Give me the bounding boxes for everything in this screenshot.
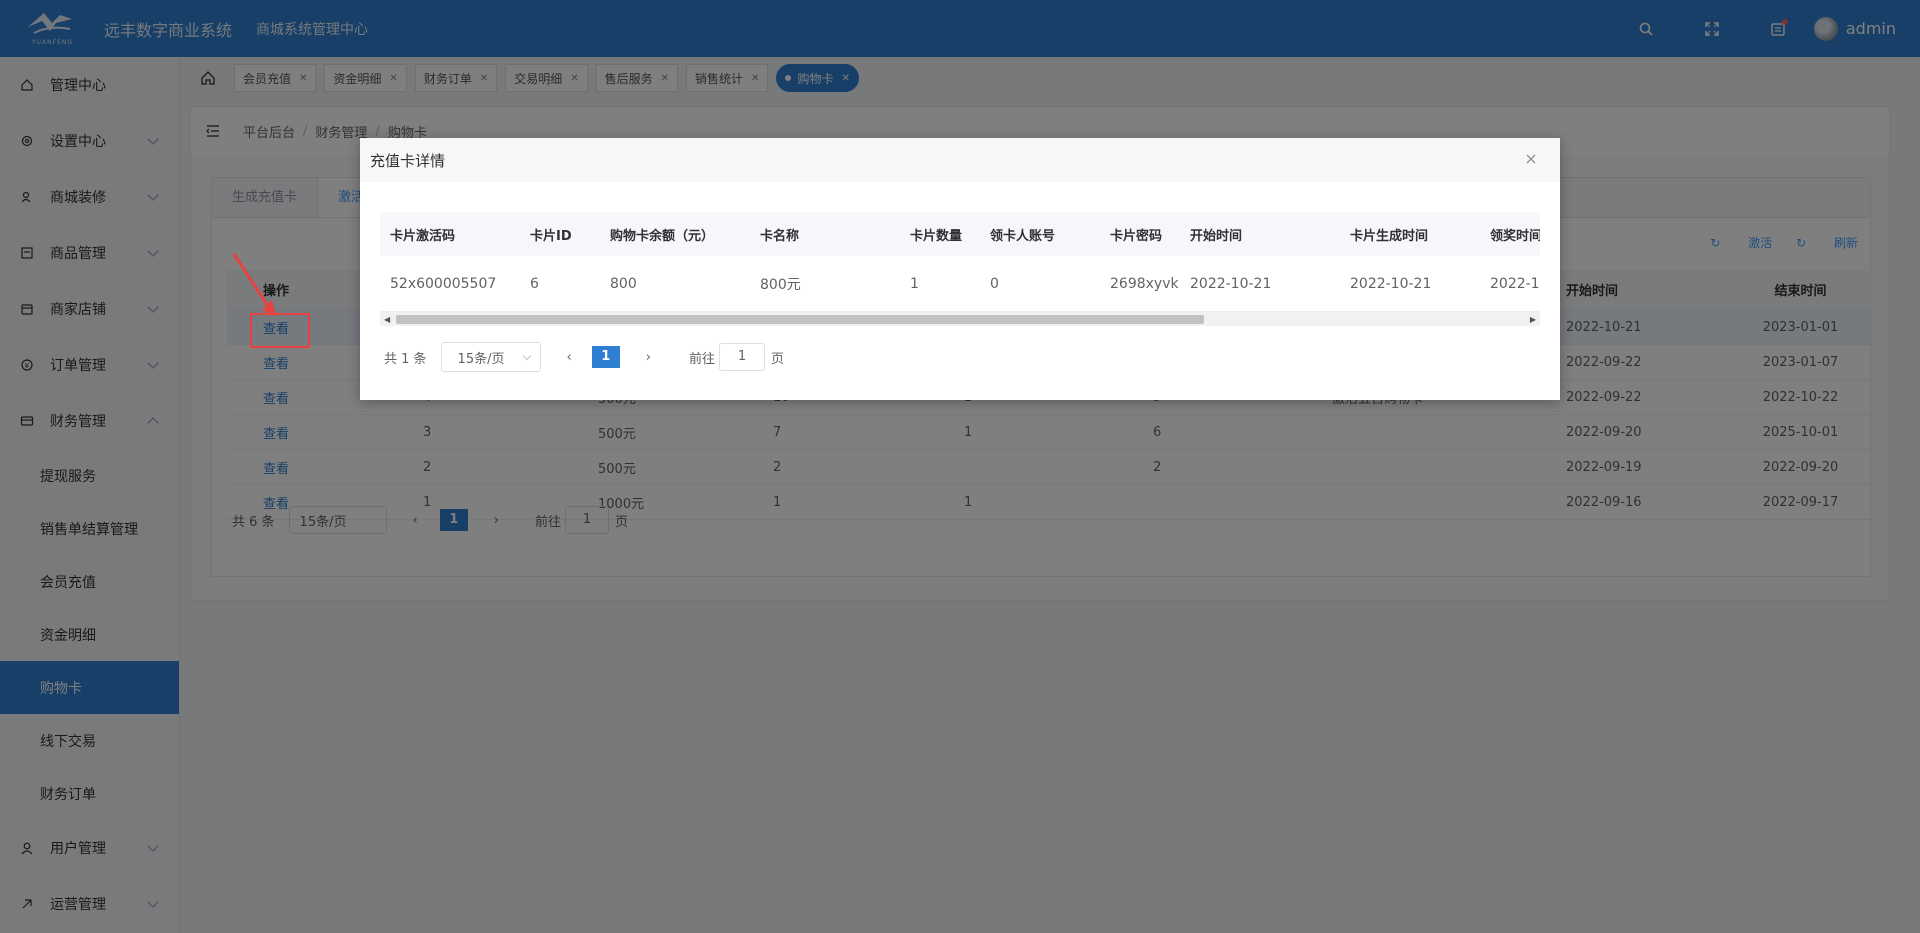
page-number[interactable]: 1 [591, 346, 620, 368]
goto-label: 前往 [688, 351, 715, 367]
scroll-left-icon[interactable]: ◀ [384, 315, 390, 324]
table-cell: 2022-10-21 [1350, 275, 1432, 292]
table-cell: 2022-10-21 [1490, 275, 1540, 292]
goto-page-input[interactable]: 1 [718, 343, 765, 371]
column-header: 卡名称 [760, 228, 800, 244]
column-header: 卡片激活码 [390, 228, 456, 244]
table-cell: 2022-10-21 [1190, 275, 1272, 292]
table-cell: 800 [610, 275, 637, 292]
column-header: 领奖时间 [1490, 228, 1540, 244]
table-cell: 1 [910, 275, 919, 292]
chevron-down-icon [522, 351, 531, 361]
table-cell: 800元 [760, 276, 801, 293]
scrollbar-thumb[interactable] [396, 315, 1204, 324]
table-cell: 52x600005507 [390, 275, 497, 292]
table-header: 卡片激活码 卡片ID 购物卡余额（元） 卡名称 卡片数量 领卡人账号 卡片密码 … [380, 212, 1540, 256]
next-page-button[interactable]: › [646, 350, 651, 365]
column-header: 领卡人账号 [990, 228, 1056, 244]
dialog-pagination: 共 1 条 15条/页 ‹ 1 › 前往 1 页 [384, 342, 784, 372]
dialog-title: 充值卡详情 [370, 151, 446, 170]
column-header: 购物卡余额（元） [610, 228, 715, 244]
page-unit-label: 页 [770, 351, 784, 367]
table-cell: 2698xyvk [1110, 275, 1179, 292]
column-header: 卡片数量 [910, 228, 963, 244]
horizontal-scrollbar[interactable]: ◀ ▶ [380, 312, 1540, 326]
column-header: 开始时间 [1190, 228, 1243, 244]
table-cell: 6 [530, 275, 539, 292]
total-count: 共 1 条 [384, 351, 427, 367]
table-cell: 0 [990, 275, 999, 292]
annotation-arrow-icon [232, 253, 276, 316]
prev-page-button[interactable]: ‹ [567, 350, 572, 365]
dialog-header: 充值卡详情 [360, 138, 1560, 182]
column-header: 卡片ID [530, 228, 572, 244]
annotation-highlight-box [250, 313, 310, 348]
card-detail-dialog: 充值卡详情 卡片激活码 卡片ID 购物卡余额（元） 卡名称 卡片数量 领卡人账号… [360, 138, 1560, 400]
column-header: 卡片生成时间 [1350, 228, 1429, 244]
page-size-value: 15条/页 [457, 351, 505, 367]
table-row: 52x600005507 6 800 800元 1 0 2698xyvk 202… [380, 256, 1540, 312]
column-header: 卡片密码 [1110, 228, 1163, 244]
page-size-select[interactable]: 15条/页 [440, 342, 541, 372]
scroll-right-icon[interactable]: ▶ [1530, 315, 1536, 324]
close-icon[interactable] [1524, 152, 1538, 166]
